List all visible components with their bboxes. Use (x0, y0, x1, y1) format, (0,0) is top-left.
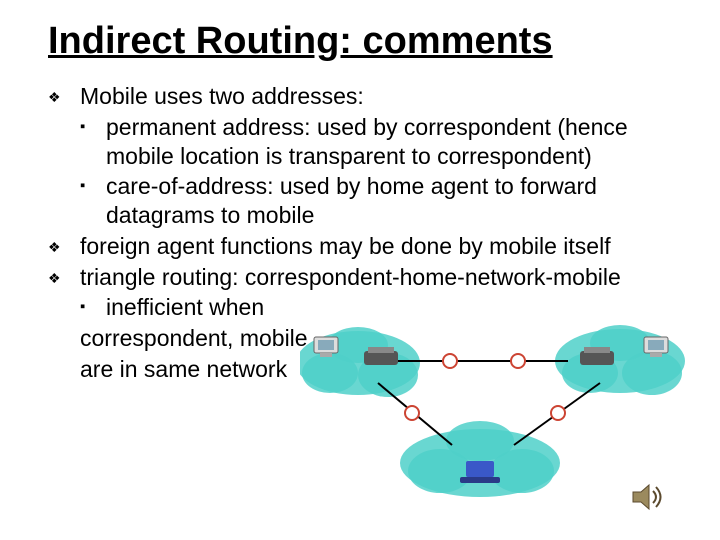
diamond-bullet-icon: ❖ (48, 263, 80, 292)
network-diagram (300, 323, 700, 503)
sub-bullet-3a-text: inefficient when (106, 293, 672, 322)
page-title: Indirect Routing: comments (48, 20, 553, 63)
sub-bullet-1a: ▪ permanent address: used by corresponde… (80, 113, 672, 171)
cloud-right (555, 325, 685, 395)
sub-bullet-1b-text: care-of-address: used by home agent to f… (106, 172, 672, 230)
diamond-bullet-icon: ❖ (48, 232, 80, 261)
router-icon (364, 347, 398, 365)
bullet-1-text: Mobile uses two addresses: (80, 82, 672, 111)
square-bullet-icon: ▪ (80, 172, 106, 230)
sub-bullet-3a: ▪ inefficient when (80, 293, 672, 322)
sub-bullet-1b: ▪ care-of-address: used by home agent to… (80, 172, 672, 230)
square-bullet-icon: ▪ (80, 293, 106, 322)
laptop-icon (460, 461, 500, 483)
square-bullet-icon: ▪ (80, 113, 106, 171)
bullet-3-text: triangle routing: correspondent-home-net… (80, 263, 672, 292)
diamond-bullet-icon: ❖ (48, 82, 80, 111)
bullet-1: ❖ Mobile uses two addresses: (48, 82, 672, 111)
slide: Indirect Routing: comments ❖ Mobile uses… (0, 0, 720, 540)
bullet-2-text: foreign agent functions may be done by m… (80, 232, 672, 261)
speaker-icon (629, 479, 665, 515)
sub-bullet-1a-text: permanent address: used by correspondent… (106, 113, 672, 171)
bullet-3: ❖ triangle routing: correspondent-home-n… (48, 263, 672, 292)
bullet-2: ❖ foreign agent functions may be done by… (48, 232, 672, 261)
cloud-bottom (400, 421, 560, 497)
router-icon (580, 347, 614, 365)
